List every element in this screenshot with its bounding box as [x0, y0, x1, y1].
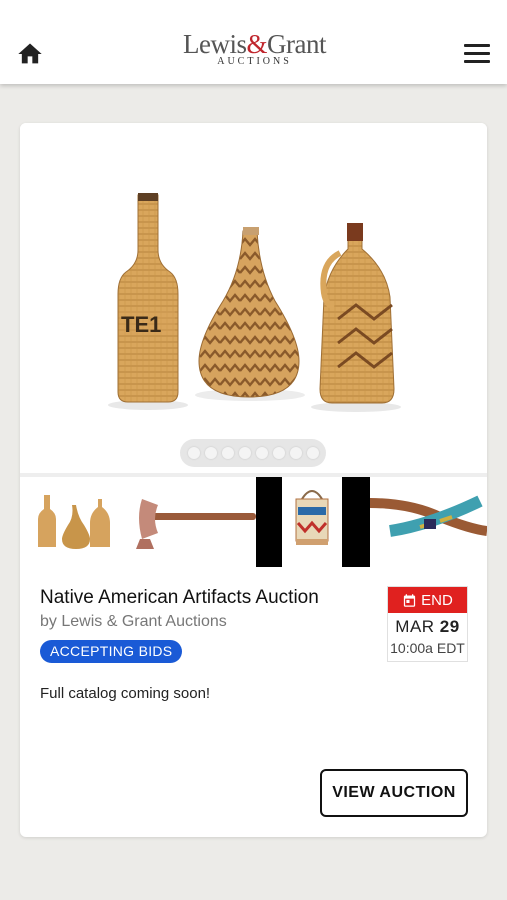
carousel-dot[interactable]: [221, 447, 234, 459]
thumbnail-beaded-belt[interactable]: [369, 477, 487, 567]
logo-word-grant: Grant: [267, 29, 326, 59]
end-label: END: [421, 591, 453, 609]
view-auction-button[interactable]: VIEW AUCTION: [320, 769, 468, 817]
auction-byline: by Lewis & Grant Auctions: [40, 613, 227, 630]
carousel-dot[interactable]: [255, 447, 268, 459]
end-day: 29: [439, 617, 460, 636]
carousel-dot[interactable]: [204, 447, 217, 459]
basketry-bottles-image: TE1: [108, 193, 401, 412]
carousel-dot[interactable]: [187, 447, 200, 459]
end-time: 10:00a EDT: [390, 640, 465, 656]
thumbnail-baskets[interactable]: [20, 477, 128, 567]
thumbnail-strip: [20, 477, 487, 567]
end-month: MAR: [395, 617, 435, 636]
end-date-header: END: [388, 587, 467, 613]
thumbnail-beaded-bag[interactable]: [256, 477, 370, 567]
lewis-grant-logo[interactable]: Lewis&Grant AUCTIONS: [182, 30, 327, 67]
end-date-day: MAR 29: [388, 617, 467, 637]
auction-title[interactable]: Native American Artifacts Auction: [40, 587, 319, 609]
carousel-dot[interactable]: [272, 447, 285, 459]
end-date-box: END MAR 29 10:00a EDT: [387, 586, 468, 662]
hamburger-menu-icon: [464, 44, 490, 63]
status-badge: ACCEPTING BIDS: [40, 640, 183, 663]
carousel-main-image[interactable]: TE1: [20, 123, 487, 473]
svg-text:TE1: TE1: [121, 312, 161, 337]
calendar-icon: [404, 593, 416, 607]
logo-ampersand: &: [246, 29, 267, 59]
logo-word-lewis: Lewis: [183, 29, 247, 59]
carousel-dot[interactable]: [306, 447, 319, 459]
thumbnail-tomahawk[interactable]: [128, 477, 256, 567]
carousel-pagination[interactable]: [180, 439, 326, 467]
app-header: Lewis&Grant AUCTIONS: [0, 0, 507, 84]
home-icon: [18, 43, 42, 64]
carousel-dot[interactable]: [289, 447, 302, 459]
auction-description: Full catalog coming soon!: [40, 685, 211, 702]
auction-card: TE1 Native American Artifacts Auction by…: [20, 123, 487, 837]
carousel-dot[interactable]: [238, 447, 251, 459]
menu-button[interactable]: [464, 44, 490, 66]
home-button[interactable]: [16, 40, 44, 68]
